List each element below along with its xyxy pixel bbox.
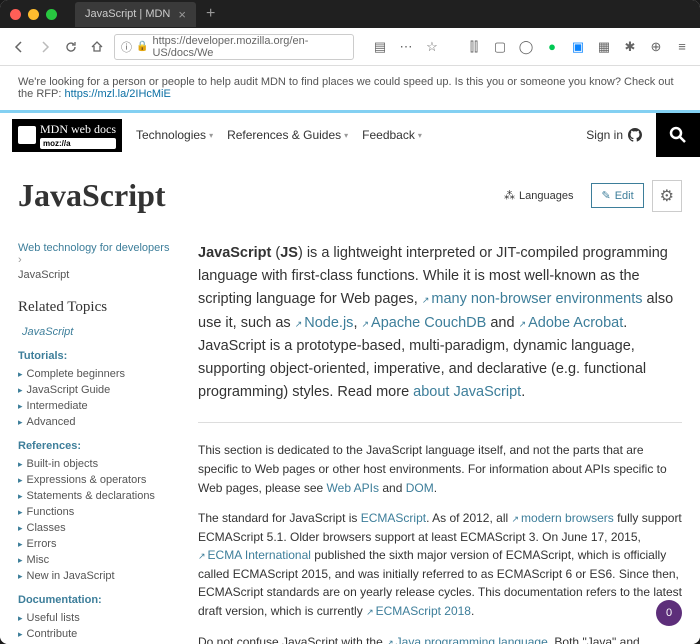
menu-icon[interactable]: ≡ [674,39,690,55]
settings-button[interactable]: ⚙ [652,180,682,212]
sidebar-item[interactable]: Contribute [18,626,176,642]
back-button[interactable] [10,38,28,56]
sidebar-item[interactable]: Built-in objects [18,456,176,472]
sidebar-item[interactable]: Expressions & operators [18,472,176,488]
library-icon[interactable]: ⫿⫿ [466,39,482,55]
nav-feedback[interactable]: Feedback [362,128,422,142]
url-text: https://developer.mozilla.org/en-US/docs… [152,35,347,59]
extension-icon[interactable]: ● [544,39,560,55]
link-non-browser[interactable]: many non-browser environments [422,291,643,307]
sidebar: Web technology for developers JavaScript… [18,242,176,644]
sidebar-item[interactable]: Intermediate [18,398,176,414]
sidebar-item[interactable]: Functions [18,504,176,520]
link-couchdb[interactable]: Apache CouchDB [362,315,487,331]
sidebar-docs-head: Documentation: [18,594,176,606]
globe-icon[interactable]: ⊕ [648,39,664,55]
window-titlebar: JavaScript | MDN × + [0,0,700,28]
link-ecmascript[interactable]: ECMAScript [361,511,426,525]
pencil-icon: ✎ [601,189,610,202]
languages-button[interactable]: ⁂Languages [494,183,583,208]
link-browsers[interactable]: modern browsers [511,511,613,525]
extension2-icon[interactable]: ▦ [596,39,612,55]
mdn-header: MDN web docs moz://a Technologies Refere… [0,113,700,157]
sidebar-item[interactable]: Useful lists [18,610,176,626]
breadcrumb-current: JavaScript [18,269,176,281]
gear-icon: ⚙ [660,188,674,205]
edit-button[interactable]: ✎Edit [591,183,643,208]
star-icon[interactable]: ☆ [424,39,440,55]
link-webapis[interactable]: Web APIs [327,481,379,495]
info-icon[interactable]: ⓘ [121,39,132,55]
search-button[interactable] [656,113,700,157]
browser-toolbar: ⓘ 🔒 https://developer.mozilla.org/en-US/… [0,28,700,66]
link-dom[interactable]: DOM [406,481,434,495]
sidebar-item[interactable]: Classes [18,520,176,536]
sidebar-item[interactable]: Advanced [18,414,176,430]
reload-button[interactable] [62,38,80,56]
book-icon[interactable]: ▢ [492,39,508,55]
sidebar-item[interactable]: Complete beginners [18,366,176,382]
globe-icon: ⁂ [504,189,515,202]
notice-link[interactable]: https://mzl.la/2IHcMiE [64,88,170,100]
sidebar-references-head: References: [18,440,176,452]
new-tab-button[interactable]: + [206,5,215,23]
more-icon[interactable]: ⋯ [398,39,414,55]
close-window-button[interactable] [10,9,21,20]
sidebar-item[interactable]: JavaScript Guide [18,382,176,398]
shield-icon[interactable]: ◯ [518,39,534,55]
page-title: JavaScript [18,177,166,214]
tab-title: JavaScript | MDN [85,8,170,20]
home-button[interactable] [88,38,106,56]
separator [198,422,682,423]
forward-button[interactable] [36,38,54,56]
nav-technologies[interactable]: Technologies [136,128,213,142]
link-about-js[interactable]: about JavaScript [413,384,521,400]
notice-banner: We're looking for a person or people to … [0,66,700,113]
browser-tab[interactable]: JavaScript | MDN × [75,2,196,27]
link-nodejs[interactable]: Node.js [295,315,354,331]
minimize-window-button[interactable] [28,9,39,20]
nav-references[interactable]: References & Guides [227,128,348,142]
url-bar[interactable]: ⓘ 🔒 https://developer.mozilla.org/en-US/… [114,34,354,60]
maximize-window-button[interactable] [46,9,57,20]
article-content: JavaScript (JS) is a lightweight interpr… [198,242,682,644]
link-es2018[interactable]: ECMAScript 2018 [366,604,471,618]
sidebar-item[interactable]: Misc [18,552,176,568]
close-tab-icon[interactable]: × [178,7,186,22]
mdn-logo[interactable]: MDN web docs moz://a [12,119,122,152]
sidebar-item[interactable]: New in JavaScript [18,568,176,584]
link-ecma-intl[interactable]: ECMA International [198,548,311,562]
breadcrumb-parent[interactable]: Web technology for developers [18,242,176,266]
sidebar-item[interactable]: Statements & declarations [18,488,176,504]
bug-icon[interactable]: ✱ [622,39,638,55]
dino-icon [18,126,36,144]
sign-in-link[interactable]: Sign in [586,128,642,142]
notification-badge[interactable]: 0 [656,600,682,626]
sidebar-tutorials-head: Tutorials: [18,350,176,362]
link-acrobat[interactable]: Adobe Acrobat [519,315,624,331]
sidebar-current[interactable]: JavaScript [18,326,176,338]
ublock-icon[interactable]: ▣ [570,39,586,55]
reader-icon[interactable]: ▤ [372,39,388,55]
sidebar-heading: Related Topics [18,299,176,316]
lock-icon: 🔒 [136,41,148,52]
link-java[interactable]: Java programming language [386,635,548,644]
sidebar-item[interactable]: Errors [18,536,176,552]
search-icon [668,125,688,145]
github-icon [628,128,642,142]
